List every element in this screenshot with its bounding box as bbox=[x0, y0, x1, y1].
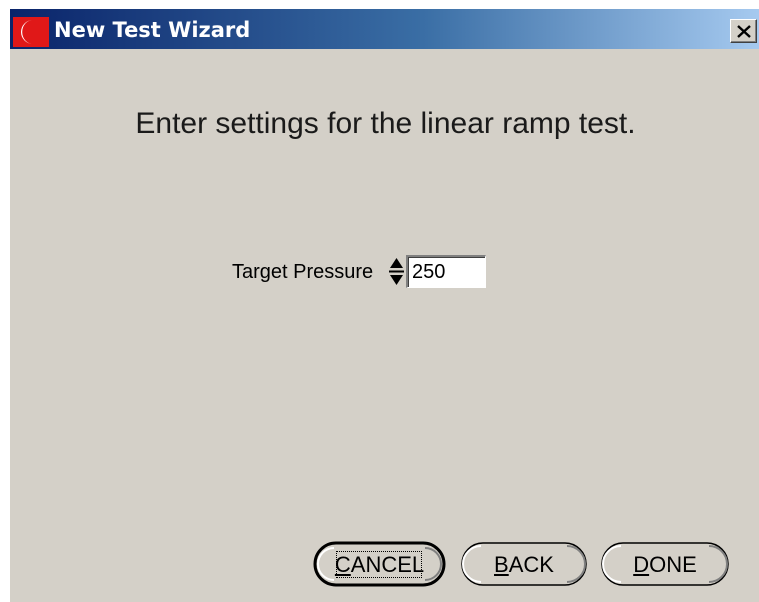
target-pressure-label: Target Pressure bbox=[232, 261, 374, 283]
done-label: ONE bbox=[649, 552, 697, 577]
target-pressure-input[interactable]: 250 bbox=[406, 255, 486, 288]
back-mnemonic: B bbox=[494, 552, 509, 577]
done-mnemonic: D bbox=[633, 552, 650, 577]
wizard-window: New Test Wizard Enter settings for the l… bbox=[8, 8, 759, 602]
spin-down-icon bbox=[390, 275, 403, 285]
close-icon bbox=[737, 25, 751, 38]
back-button[interactable]: BACK bbox=[459, 540, 589, 588]
target-pressure-spinner[interactable] bbox=[388, 256, 405, 287]
cancel-button[interactable]: CANCEL bbox=[312, 540, 447, 588]
done-button[interactable]: DONE bbox=[599, 540, 731, 588]
wizard-heading: Enter settings for the linear ramp test. bbox=[135, 107, 636, 140]
title-bar[interactable]: New Test Wizard bbox=[10, 9, 759, 49]
moon-crescent-icon bbox=[13, 17, 49, 47]
cancel-mnemonic: C bbox=[334, 552, 351, 577]
window-title: New Test Wizard bbox=[54, 18, 251, 42]
spin-up-icon bbox=[390, 258, 403, 268]
close-button[interactable] bbox=[730, 19, 757, 43]
back-label: ACK bbox=[508, 552, 554, 577]
cancel-label: ANCEL bbox=[350, 552, 425, 577]
